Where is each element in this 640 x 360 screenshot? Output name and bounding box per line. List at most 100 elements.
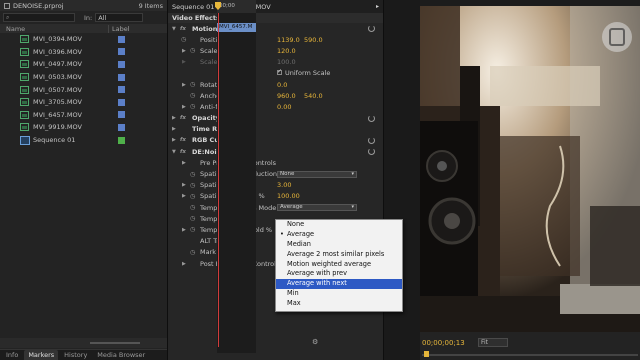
reset-icon[interactable] — [368, 148, 375, 156]
expand-icon[interactable]: ▶ — [182, 182, 186, 188]
scrub-bar[interactable] — [422, 351, 638, 357]
stopwatch-icon[interactable]: ◷ — [190, 103, 195, 110]
timecode-display[interactable]: 00;00;00;13 — [422, 339, 465, 347]
time-ruler[interactable]: 00;00 — [217, 0, 256, 13]
stopwatch-icon[interactable]: ◷ — [190, 47, 195, 54]
menu-item-average-with-next[interactable]: Average with next — [276, 279, 402, 290]
video-frame[interactable] — [420, 6, 640, 332]
anchor-y-value[interactable]: 540.0 — [304, 92, 323, 100]
motion-row[interactable]: ▼ fx Motion — [168, 23, 383, 34]
expand-icon[interactable]: ▶ — [182, 261, 186, 267]
clip-name: MVI_9919.MOV — [33, 123, 82, 132]
search-input[interactable]: ⌕ — [3, 13, 75, 22]
expand-icon[interactable]: ▼ — [172, 26, 176, 32]
stopwatch-icon[interactable]: ◷ — [190, 193, 195, 200]
spatial-threshold-value[interactable]: 100.00 — [277, 192, 300, 200]
tab-markers[interactable]: Markers — [24, 350, 59, 360]
menu-item-none[interactable]: None — [276, 220, 402, 230]
expand-icon[interactable]: ▶ — [182, 104, 186, 110]
position-x-value[interactable]: 1139.0 — [277, 36, 300, 44]
stopwatch-icon[interactable]: ◷ — [190, 215, 195, 222]
expand-icon[interactable]: ▶ — [182, 193, 186, 199]
anchor-x-value[interactable]: 960.0 — [277, 92, 296, 100]
monitor-controls: 00;00;00;13 Fit — [420, 332, 640, 360]
menu-item-average[interactable]: Average — [276, 230, 402, 240]
stopwatch-icon[interactable]: ◷ — [190, 81, 195, 88]
expand-icon[interactable]: ▶ — [182, 82, 186, 88]
collapse-icon[interactable]: ▸ — [376, 3, 379, 10]
temporal-process-mode-select[interactable]: Average — [277, 204, 357, 212]
expand-icon[interactable]: ▼ — [172, 149, 176, 155]
menu-item-motion-weighted[interactable]: Motion weighted average — [276, 260, 402, 270]
menu-item-median[interactable]: Median — [276, 240, 402, 250]
menu-item-min[interactable]: Min — [276, 289, 402, 299]
expand-icon[interactable]: ▶ — [172, 137, 176, 143]
stopwatch-icon[interactable]: ◷ — [190, 249, 195, 256]
stopwatch-icon[interactable]: ◷ — [190, 204, 195, 211]
reset-icon[interactable] — [368, 25, 375, 33]
fx-icon[interactable]: fx — [180, 149, 186, 155]
spatial-radius-value[interactable]: 3.00 — [277, 181, 291, 189]
fit-zoom-select[interactable]: Fit — [478, 338, 508, 347]
in-filter-select[interactable]: All — [95, 13, 144, 22]
rotation-value[interactable]: 0.0 — [277, 81, 287, 89]
stopwatch-icon[interactable]: ◷ — [190, 92, 195, 99]
uniform-scale-checkbox[interactable]: Uniform Scale — [277, 68, 330, 77]
expand-icon[interactable]: ▶ — [172, 126, 176, 132]
opacity-row[interactable]: ▶ fx Opacity — [168, 113, 383, 124]
list-item[interactable]: MVI_0396.MOV — [0, 46, 167, 59]
expand-icon[interactable]: ▶ — [182, 227, 186, 233]
position-y-value[interactable]: 590.0 — [304, 36, 323, 44]
effect-controls-header: Sequence 01 * MVI_6457.MOV ▸ — [168, 0, 383, 13]
label-column-header[interactable]: Label — [108, 24, 130, 33]
spatial-noise-reduction-select[interactable]: None — [277, 170, 357, 178]
list-item[interactable]: MVI_6457.MOV — [0, 109, 167, 122]
expand-icon[interactable]: ▶ — [172, 115, 176, 121]
clip-name: MVI_6457.MOV — [33, 110, 82, 119]
list-item[interactable]: MVI_9919.MOV — [0, 121, 167, 134]
menu-item-average-2-similar[interactable]: Average 2 most similar pixels — [276, 250, 402, 260]
list-item[interactable]: MVI_0394.MOV — [0, 33, 167, 46]
stopwatch-icon[interactable]: ◷ — [190, 226, 195, 233]
project-header: DENOISE.prproj 9 Items — [0, 0, 167, 11]
expand-icon[interactable]: ▶ — [182, 48, 186, 54]
tab-info[interactable]: Info — [2, 350, 22, 360]
reset-icon[interactable] — [368, 114, 375, 122]
pre-processing-row[interactable]: ▶ Pre Processing Controls — [168, 157, 383, 168]
fx-icon[interactable]: fx — [180, 26, 186, 32]
spatial-noise-reduction-row: ◷ Spatial Noise Reduction None — [168, 168, 383, 179]
wrench-icon[interactable]: ⚙ — [312, 338, 318, 346]
reset-icon[interactable] — [368, 136, 375, 144]
list-item[interactable]: MVI_0497.MOV — [0, 58, 167, 71]
scale-label: Scale — [200, 46, 218, 55]
zoom-slider[interactable] — [90, 342, 140, 344]
checkbox-icon[interactable] — [277, 68, 282, 76]
tab-media-browser[interactable]: Media Browser — [93, 350, 149, 360]
scale-value[interactable]: 120.0 — [277, 47, 296, 55]
label-swatch — [118, 60, 125, 68]
sequence-item[interactable]: Sequence 01 — [0, 134, 167, 147]
tab-history[interactable]: History — [60, 350, 91, 360]
uniform-scale-row: Uniform Scale — [168, 68, 383, 79]
menu-item-max[interactable]: Max — [276, 299, 402, 309]
effect-timeline[interactable]: MVI_6457.M — [217, 13, 256, 353]
fx-icon[interactable]: fx — [180, 115, 186, 121]
denoise-row[interactable]: ▼ fx DE:Noise — [168, 146, 383, 157]
fx-icon[interactable]: fx — [180, 137, 186, 143]
stopwatch-icon[interactable]: ◷ — [181, 36, 186, 43]
timeline-clip[interactable]: MVI_6457.M — [217, 23, 256, 32]
expand-icon[interactable]: ▶ — [182, 160, 186, 166]
rgb-curves-row[interactable]: ▶ fx RGB Curves — [168, 135, 383, 146]
video-frame-image — [420, 6, 640, 332]
list-item[interactable]: MVI_0507.MOV — [0, 83, 167, 96]
clip-icon — [20, 35, 29, 44]
time-remapping-row[interactable]: ▶ Time Remapping — [168, 124, 383, 135]
menu-item-average-with-prev[interactable]: Average with prev — [276, 269, 402, 279]
stopwatch-icon[interactable]: ◷ — [190, 171, 195, 178]
name-column-header[interactable]: Name — [0, 25, 108, 33]
stopwatch-icon[interactable]: ◷ — [190, 182, 195, 189]
project-filename: DENOISE.prproj — [13, 1, 64, 10]
anti-flicker-value[interactable]: 0.00 — [277, 103, 291, 111]
list-item[interactable]: MVI_0503.MOV — [0, 71, 167, 84]
list-item[interactable]: MVI_3705.MOV — [0, 96, 167, 109]
